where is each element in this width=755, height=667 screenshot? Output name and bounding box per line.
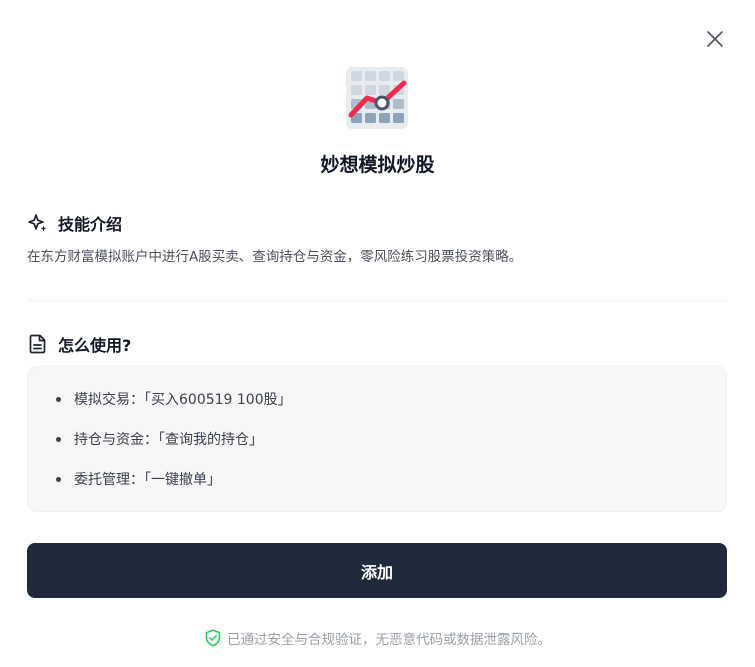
skill-title: 妙想模拟炒股 <box>320 154 435 176</box>
security-text: 已通过安全与合规验证，无恶意代码或数据泄露风险。 <box>227 632 551 648</box>
usage-example-text: 持仓与资金：「查询我的持仓」 <box>74 432 263 448</box>
usage-example-text: 委托管理：「一键撤单」 <box>74 472 221 488</box>
usage-list: 模拟交易：「买入600519 100股」 持仓与资金：「查询我的持仓」 委托管理… <box>56 389 292 509</box>
close-button[interactable] <box>702 26 728 52</box>
bullet-dot <box>56 476 61 482</box>
shield-check-icon <box>204 629 222 647</box>
usage-examples-box: 模拟交易：「买入600519 100股」 持仓与资金：「查询我的持仓」 委托管理… <box>27 366 727 512</box>
usage-section-header: 怎么使用? <box>27 332 131 356</box>
document-icon <box>27 333 49 355</box>
add-button[interactable]: 添加 <box>27 543 727 598</box>
intro-description: 在东方财富模拟账户中进行A股买卖、查询持仓与资金，零风险练习股票投资策略。 <box>27 249 523 265</box>
stock-chart-grid-icon <box>346 67 408 129</box>
intro-section-header: 技能介绍 <box>27 211 122 235</box>
bullet-dot <box>56 396 61 402</box>
close-icon <box>707 31 723 47</box>
list-item: 持仓与资金：「查询我的持仓」 <box>56 429 292 449</box>
usage-example-text: 模拟交易：「买入600519 100股」 <box>74 392 292 408</box>
list-item: 委托管理：「一键撤单」 <box>56 469 292 489</box>
usage-heading: 怎么使用? <box>58 336 132 355</box>
list-item: 模拟交易：「买入600519 100股」 <box>56 389 292 409</box>
security-note: 已通过安全与合规验证，无恶意代码或数据泄露风险。 <box>0 627 755 649</box>
intro-heading: 技能介绍 <box>58 215 123 234</box>
bullet-dot <box>56 436 61 442</box>
sparkle-icon <box>27 212 49 234</box>
section-divider <box>27 300 727 301</box>
